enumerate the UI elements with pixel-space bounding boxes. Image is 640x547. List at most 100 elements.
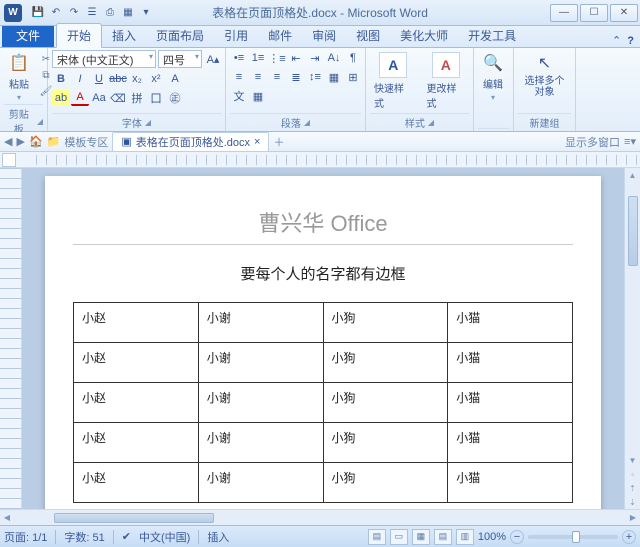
- table-cell[interactable]: 小谢: [198, 383, 323, 423]
- table-cell[interactable]: 小谢: [198, 423, 323, 463]
- tab-developer[interactable]: 开发工具: [458, 24, 526, 47]
- align-center-icon[interactable]: ≡: [249, 69, 267, 85]
- sort-icon[interactable]: A↓: [325, 50, 343, 66]
- table-cell[interactable]: 小猫: [448, 463, 573, 503]
- table-cell[interactable]: 小赵: [74, 343, 199, 383]
- document-table[interactable]: 小赵小谢小狗小猫 小赵小谢小狗小猫 小赵小谢小狗小猫 小赵小谢小狗小猫 小赵小谢…: [73, 302, 573, 503]
- view-web-icon[interactable]: ▦: [412, 529, 430, 545]
- close-button[interactable]: ✕: [610, 4, 638, 22]
- line-spacing-icon[interactable]: ↕≡: [306, 69, 324, 85]
- paste-button[interactable]: 📋 粘贴 ▾: [4, 50, 34, 104]
- editing-button[interactable]: 🔍 编辑 ▾: [478, 50, 508, 104]
- minimize-ribbon-icon[interactable]: ⌃: [612, 34, 621, 47]
- select-multi-button[interactable]: ↖ 选择多个对象: [518, 50, 571, 100]
- strike-button[interactable]: abc: [109, 71, 127, 87]
- table-cell[interactable]: 小猫: [448, 383, 573, 423]
- tab-review[interactable]: 审阅: [302, 24, 346, 47]
- browse-object-icon[interactable]: ◦: [626, 467, 640, 481]
- save-icon[interactable]: 💾: [30, 5, 46, 21]
- view-fullscreen-icon[interactable]: ▭: [390, 529, 408, 545]
- highlight-icon[interactable]: ab: [52, 90, 70, 106]
- char-border-icon[interactable]: 囗: [147, 90, 165, 106]
- view-print-layout-icon[interactable]: ▤: [368, 529, 386, 545]
- scroll-left-icon[interactable]: ◀: [0, 511, 14, 525]
- numbering-icon[interactable]: 1≡: [249, 50, 267, 66]
- minimize-button[interactable]: —: [550, 4, 578, 22]
- redo-icon[interactable]: ↷: [66, 5, 82, 21]
- document-tab[interactable]: ▣ 表格在页面顶格处.docx ×: [112, 132, 269, 152]
- scroll-right-icon[interactable]: ▶: [626, 511, 640, 525]
- tab-layout[interactable]: 页面布局: [146, 24, 214, 47]
- status-mode[interactable]: 插入: [207, 529, 229, 545]
- home-icon[interactable]: 🏠: [29, 135, 43, 148]
- close-tab-icon[interactable]: ×: [254, 136, 260, 148]
- next-page-icon[interactable]: ⇣: [626, 495, 640, 509]
- table-cell[interactable]: 小赵: [74, 383, 199, 423]
- status-zoom[interactable]: 100%: [478, 531, 506, 543]
- maximize-button[interactable]: ☐: [580, 4, 608, 22]
- status-spellcheck-icon[interactable]: ✔: [122, 530, 131, 543]
- table-cell[interactable]: 小狗: [323, 303, 448, 343]
- tab-view[interactable]: 视图: [346, 24, 390, 47]
- bold-button[interactable]: B: [52, 71, 70, 87]
- scroll-thumb-h[interactable]: [54, 513, 214, 523]
- enclose-icon[interactable]: ㊣: [166, 90, 184, 106]
- font-size-select[interactable]: 四号: [158, 50, 202, 68]
- font-color-icon[interactable]: A: [71, 90, 89, 106]
- help-icon[interactable]: ?: [627, 35, 634, 47]
- tab-references[interactable]: 引用: [214, 24, 258, 47]
- tab-insert[interactable]: 插入: [102, 24, 146, 47]
- subscript-button[interactable]: x₂: [128, 71, 146, 87]
- menu-icon[interactable]: ≡▾: [624, 135, 636, 148]
- ruler-vertical[interactable]: [0, 168, 22, 509]
- add-tab-icon[interactable]: ＋: [273, 134, 284, 150]
- phonetic-icon[interactable]: 拼: [128, 90, 146, 106]
- status-words[interactable]: 字数: 51: [64, 529, 104, 545]
- indent-inc-icon[interactable]: ⇥: [306, 50, 324, 66]
- table-cell[interactable]: 小谢: [198, 463, 323, 503]
- snap-grid-icon[interactable]: ▦: [249, 88, 267, 104]
- zoom-out-button[interactable]: −: [510, 530, 524, 544]
- zoom-slider[interactable]: [528, 535, 618, 539]
- qat-dropdown-icon[interactable]: ▾: [138, 5, 154, 21]
- grow-font-icon[interactable]: A▴: [204, 51, 222, 67]
- table-cell[interactable]: 小狗: [323, 383, 448, 423]
- table-cell[interactable]: 小猫: [448, 303, 573, 343]
- table-cell[interactable]: 小猫: [448, 423, 573, 463]
- prev-page-icon[interactable]: ⇡: [626, 481, 640, 495]
- table-cell[interactable]: 小赵: [74, 463, 199, 503]
- show-marks-icon[interactable]: ¶: [344, 50, 362, 66]
- breadcrumb-folder[interactable]: 模板专区: [64, 134, 108, 150]
- table-cell[interactable]: 小赵: [74, 303, 199, 343]
- superscript-button[interactable]: x²: [147, 71, 165, 87]
- scrollbar-vertical[interactable]: ▲ ▼ ◦ ⇡ ⇣: [624, 168, 640, 509]
- text-direction-icon[interactable]: 文: [230, 88, 248, 104]
- table-cell[interactable]: 小狗: [323, 343, 448, 383]
- borders-icon[interactable]: ⊞: [344, 69, 362, 85]
- table-cell[interactable]: 小狗: [323, 463, 448, 503]
- qat-item-icon[interactable]: ▦: [120, 5, 136, 21]
- scroll-thumb[interactable]: [628, 196, 638, 266]
- scrollbar-horizontal[interactable]: ◀ ▶: [0, 509, 640, 525]
- align-left-icon[interactable]: ≡: [230, 69, 248, 85]
- table-cell[interactable]: 小赵: [74, 423, 199, 463]
- table-cell[interactable]: 小谢: [198, 303, 323, 343]
- status-page[interactable]: 页面: 1/1: [4, 529, 47, 545]
- tab-beautify[interactable]: 美化大师: [390, 24, 458, 47]
- italic-button[interactable]: I: [71, 71, 89, 87]
- table-cell[interactable]: 小谢: [198, 343, 323, 383]
- tab-mailings[interactable]: 邮件: [258, 24, 302, 47]
- scroll-up-icon[interactable]: ▲: [626, 168, 640, 182]
- shading-icon[interactable]: ▦: [325, 69, 343, 85]
- tab-home[interactable]: 开始: [56, 23, 102, 48]
- text-effects-icon[interactable]: A: [166, 71, 184, 87]
- forward-icon[interactable]: ▶: [16, 135, 24, 148]
- table-cell[interactable]: 小猫: [448, 343, 573, 383]
- back-icon[interactable]: ◀: [4, 135, 12, 148]
- view-outline-icon[interactable]: ▤: [434, 529, 452, 545]
- show-multi-window[interactable]: 显示多窗口: [565, 134, 620, 150]
- zoom-in-button[interactable]: +: [622, 530, 636, 544]
- dialog-launcher-icon[interactable]: ◢: [428, 118, 434, 127]
- undo-icon[interactable]: ↶: [48, 5, 64, 21]
- qat-item-icon[interactable]: ⎙: [102, 5, 118, 21]
